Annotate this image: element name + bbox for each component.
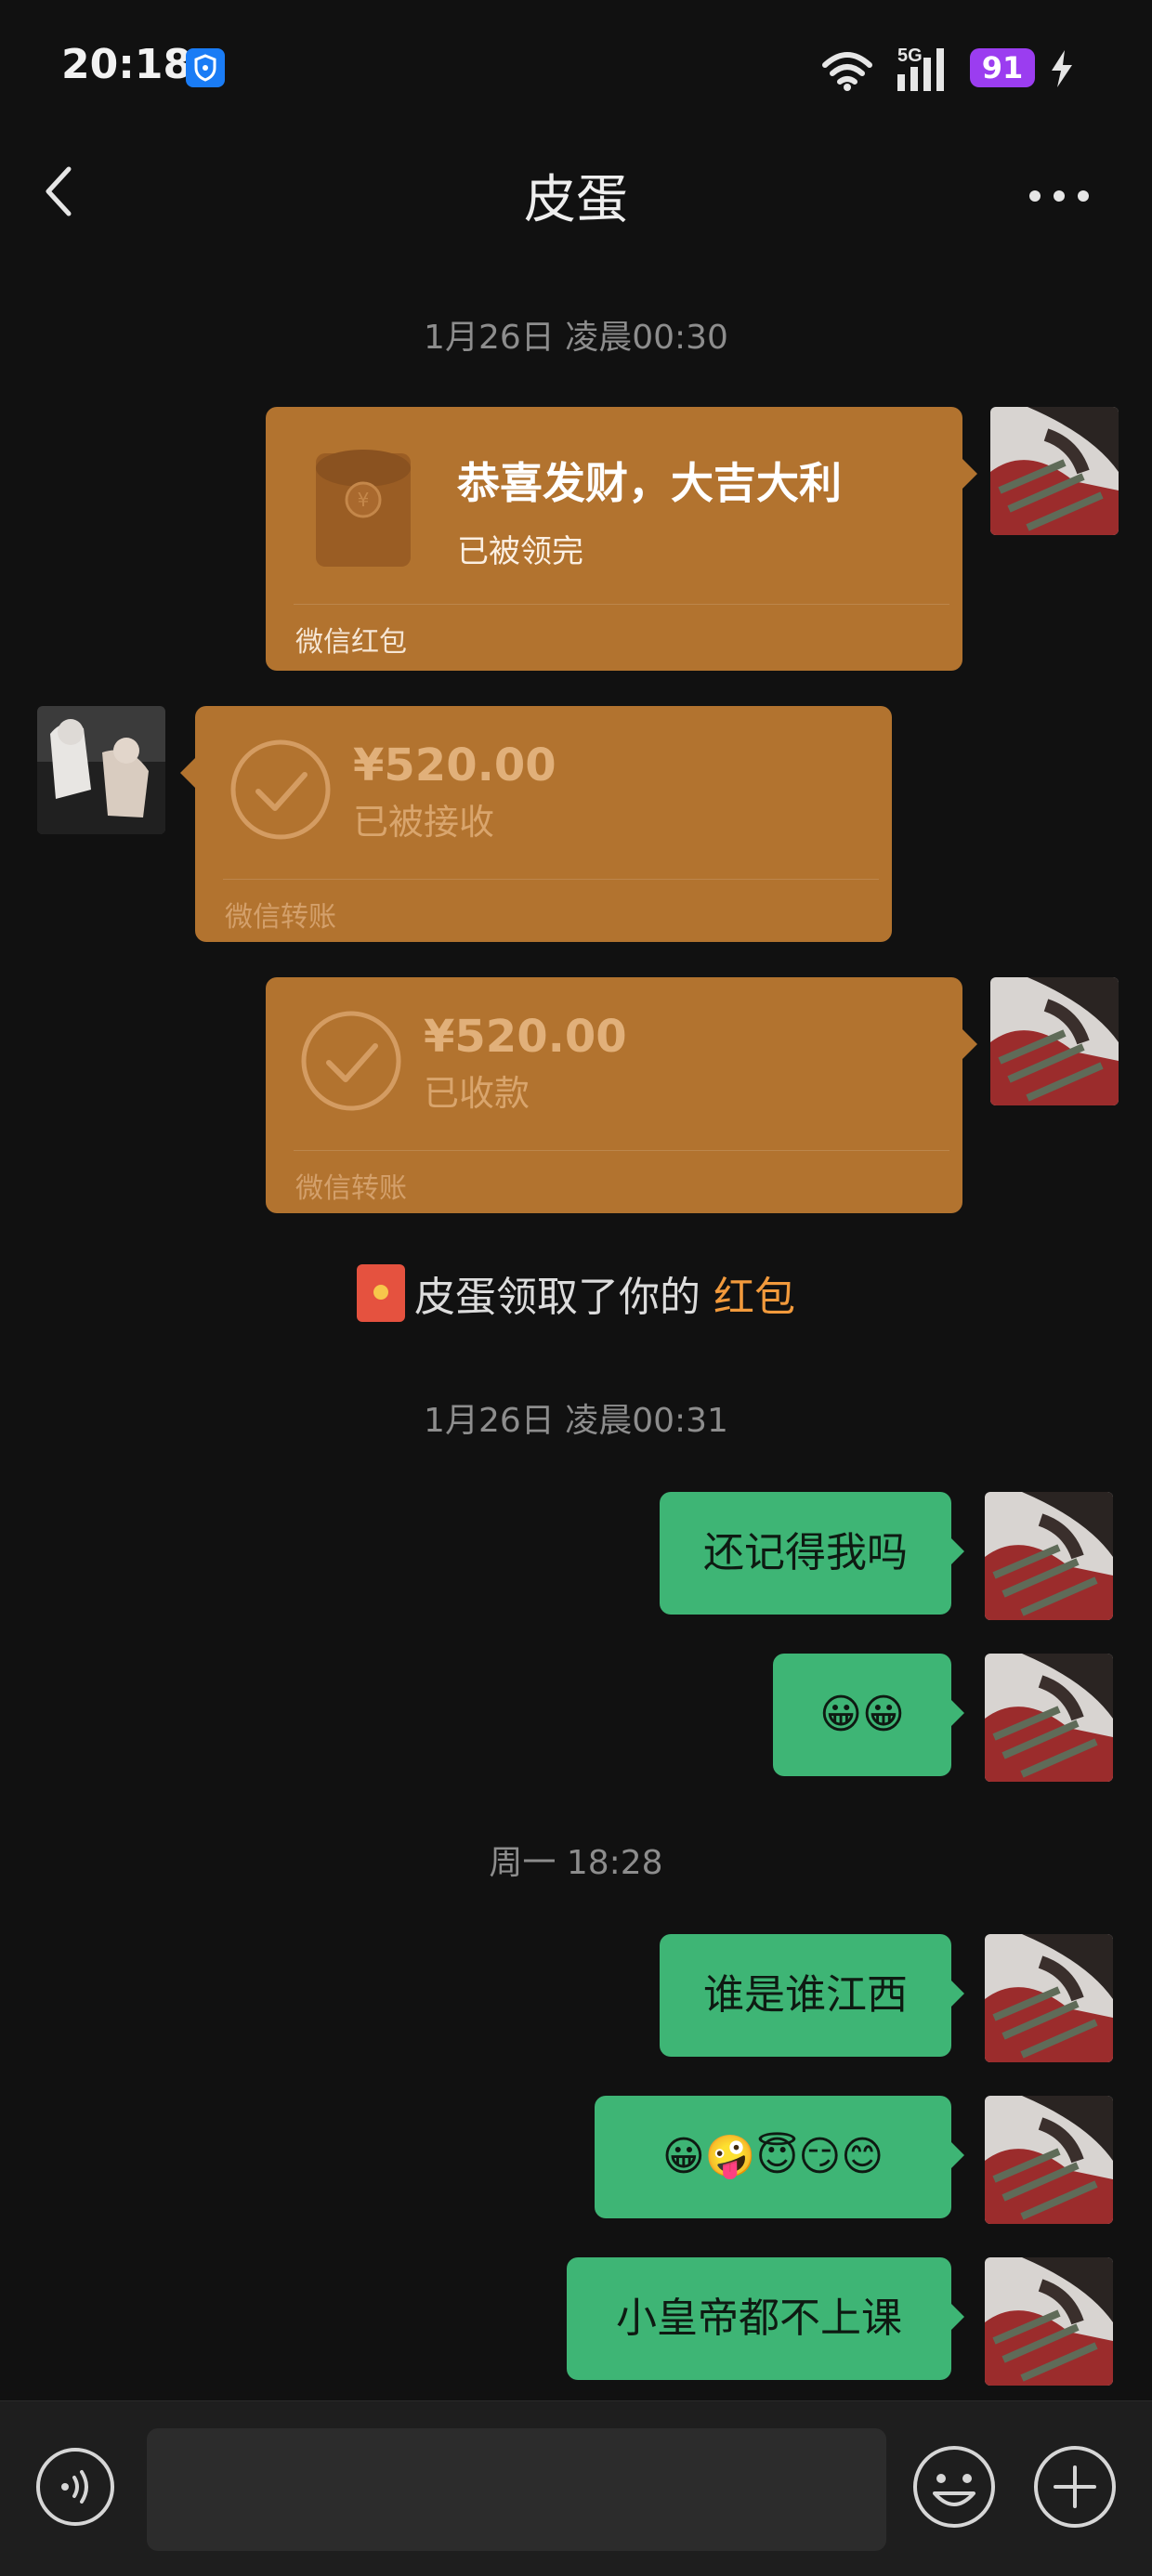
avatar-contact[interactable] — [37, 706, 165, 834]
network-type: 5G — [897, 46, 923, 66]
status-time: 20:18 — [61, 41, 192, 88]
red-packet-footer: 微信红包 — [295, 626, 407, 659]
avatar-self[interactable] — [985, 1654, 1113, 1782]
timestamp: 1月26日 凌晨00:31 — [424, 1402, 728, 1440]
avatar-self[interactable] — [985, 1492, 1113, 1620]
system-message: 皮蛋领取了你的 红包 — [0, 1263, 1152, 1323]
more-button[interactable] — [1022, 182, 1096, 210]
avatar-self[interactable] — [990, 977, 1119, 1105]
transfer-amount: ¥520.00 — [353, 739, 556, 791]
transfer-card-sent[interactable]: ¥520.00 已收款 微信转账 — [266, 977, 977, 1213]
chat-title: 皮蛋 — [524, 170, 628, 230]
red-packet-title: 恭喜发财，大吉大利 — [457, 458, 842, 508]
plus-icon — [1034, 2446, 1116, 2528]
avatar-self[interactable] — [985, 1934, 1113, 2062]
avatar-self[interactable] — [985, 2257, 1113, 2386]
red-packet-status: 已被领完 — [457, 533, 583, 570]
battery-icon: 91 — [970, 48, 1035, 87]
timestamp: 周一 18:28 — [489, 1844, 663, 1882]
emoji-button[interactable] — [910, 2443, 998, 2530]
avatar-self[interactable] — [985, 2096, 1113, 2224]
timestamp: 1月26日 凌晨00:30 — [424, 319, 728, 357]
avatar-self[interactable] — [990, 407, 1119, 535]
voice-icon — [36, 2448, 114, 2526]
message-bubble[interactable]: 小皇帝都不上课 — [567, 2257, 964, 2380]
svg-text:¥: ¥ — [358, 489, 370, 511]
emoji-icon — [913, 2446, 995, 2528]
shield-icon — [186, 48, 225, 87]
wifi-icon — [822, 52, 872, 85]
message-bubble[interactable]: 😀😀 — [773, 1654, 964, 1776]
message-bubble[interactable]: 谁是谁江西 — [660, 1934, 964, 2057]
message-text: 😀🤪😇😏😊 — [661, 2133, 884, 2180]
transfer-status: 已被接收 — [353, 802, 495, 843]
transfer-footer: 微信转账 — [295, 1172, 407, 1205]
red-packet-link[interactable]: 红包 — [713, 1274, 795, 1321]
charging-icon — [1048, 48, 1076, 93]
connectivity-icons: 5G — [818, 43, 957, 98]
check-circle-icon — [229, 738, 333, 845]
more-functions-button[interactable] — [1031, 2443, 1119, 2530]
more-icon — [1029, 190, 1089, 202]
red-packet-icon: ¥ — [312, 446, 414, 572]
check-circle-icon — [299, 1009, 403, 1117]
transfer-amount: ¥520.00 — [424, 1011, 627, 1063]
voice-button[interactable] — [33, 2445, 117, 2529]
system-message-text: 皮蛋领取了你的 — [414, 1274, 713, 1321]
message-text: 😀😀 — [819, 1691, 905, 1738]
message-text: 小皇帝都不上课 — [616, 2295, 902, 2342]
message-text: 还记得我吗 — [703, 1529, 908, 1576]
red-packet-icon — [357, 1264, 405, 1322]
message-bubble[interactable]: 还记得我吗 — [660, 1492, 964, 1615]
message-bubble[interactable]: 😀🤪😇😏😊 — [595, 2096, 964, 2218]
message-input[interactable] — [147, 2428, 886, 2551]
transfer-card-received[interactable]: ¥520.00 已被接收 微信转账 — [180, 706, 892, 942]
transfer-footer: 微信转账 — [225, 901, 336, 934]
message-text: 谁是谁江西 — [703, 1971, 908, 2019]
red-packet-card[interactable]: ¥ 恭喜发财，大吉大利 已被领完 微信红包 — [266, 407, 977, 671]
transfer-status: 已收款 — [424, 1073, 530, 1114]
